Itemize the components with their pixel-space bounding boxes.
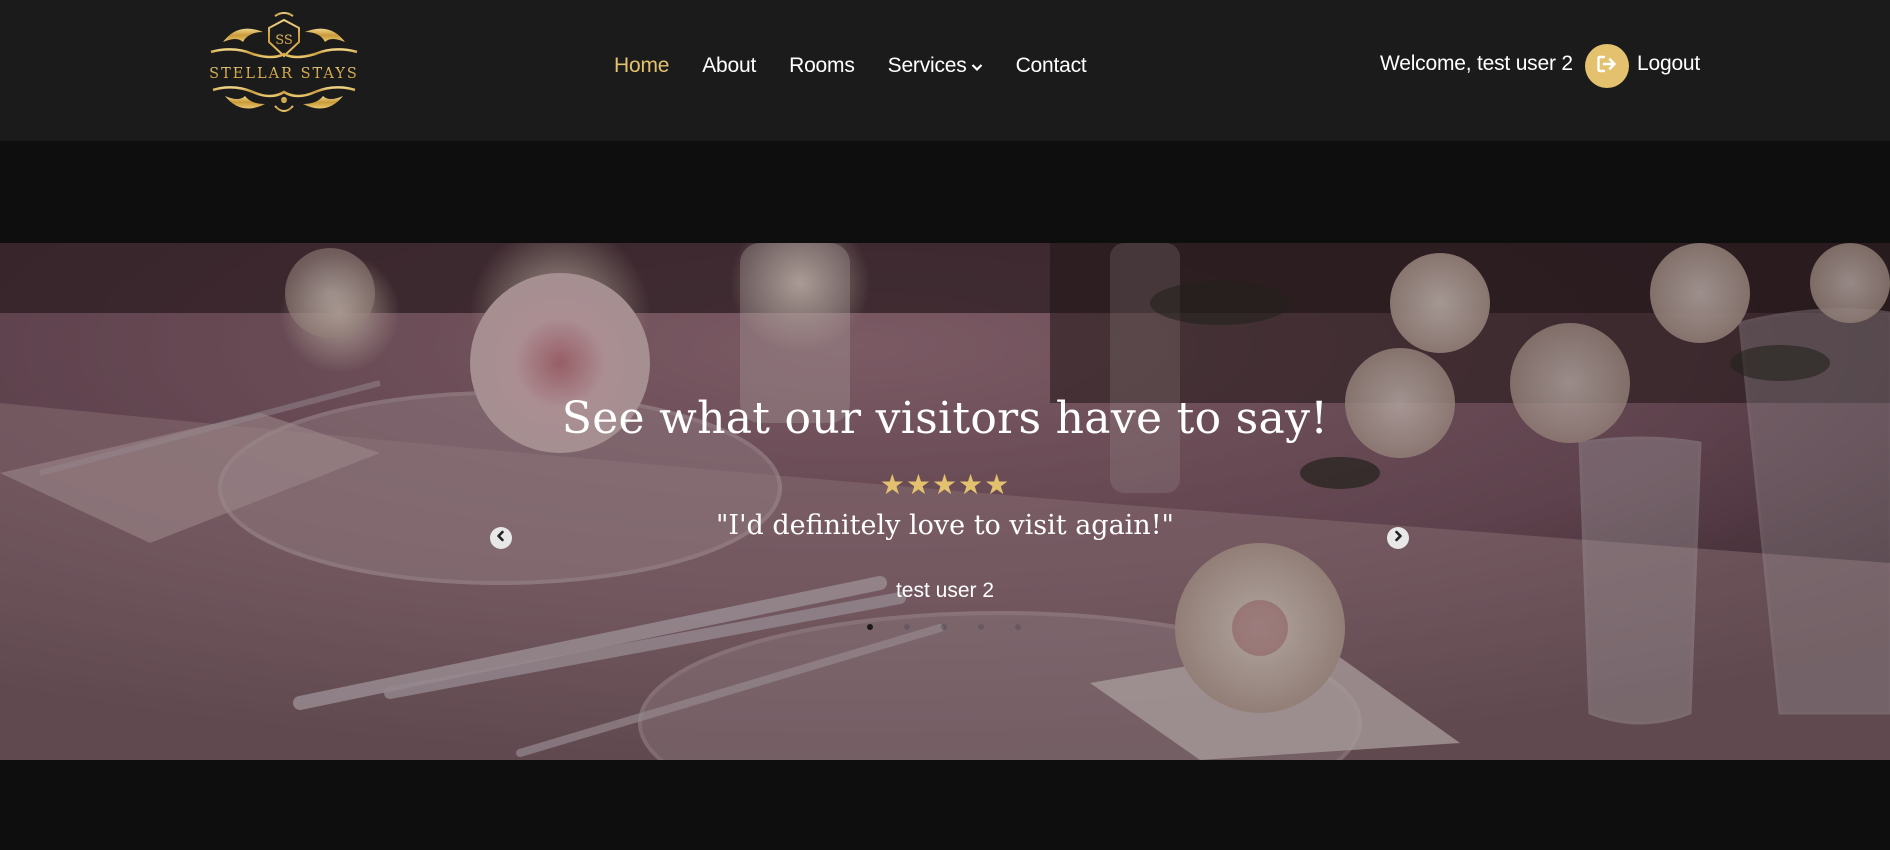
site-header: SS STELLAR STAYS Home About Rooms Servic…: [0, 0, 1890, 141]
chevron-down-icon: [971, 54, 983, 78]
nav-about-link[interactable]: About: [702, 54, 756, 78]
nav-home-link[interactable]: Home: [614, 54, 669, 78]
carousel-dot[interactable]: [1015, 624, 1021, 630]
nav-rooms-link[interactable]: Rooms: [789, 54, 855, 78]
main-nav: Home About Rooms Services Contact: [614, 48, 1120, 84]
welcome-message: Welcome, test user 2: [1380, 52, 1573, 75]
nav-contact-label: Contact: [1015, 54, 1087, 77]
testimonial-author: test user 2: [895, 579, 995, 602]
nav-rooms-label: Rooms: [789, 54, 855, 77]
testimonials-title: See what our visitors have to say!: [561, 393, 1329, 444]
carousel-prev-button[interactable]: [490, 527, 512, 549]
nav-services-label: Services: [887, 54, 967, 77]
rating-stars: ★★★★★: [879, 469, 1011, 500]
carousel-indicators: [867, 624, 1021, 630]
nav-about-label: About: [702, 54, 757, 77]
hero-dark-overlay: [0, 243, 1890, 760]
nav-services-dropdown[interactable]: Services: [888, 54, 983, 78]
nav-home-label: Home: [614, 54, 670, 77]
logo-wordmark: STELLAR STAYS: [209, 66, 359, 82]
testimonial-quote: "I'd definitely love to visit again!": [716, 510, 1174, 541]
logout-arrow-icon: [1596, 54, 1618, 79]
carousel-dot[interactable]: [978, 624, 984, 630]
chevron-left-circle-icon: [495, 529, 507, 547]
carousel-dot[interactable]: [904, 624, 910, 630]
logout-icon-button[interactable]: [1585, 44, 1629, 88]
logo-monogram: SS: [275, 33, 293, 48]
chevron-right-circle-icon: [1392, 529, 1404, 547]
carousel-dot[interactable]: [867, 624, 873, 630]
carousel-next-button[interactable]: [1387, 527, 1409, 549]
nav-contact-link[interactable]: Contact: [1016, 54, 1087, 78]
carousel-dot[interactable]: [941, 624, 947, 630]
testimonials-section: See what our visitors have to say! ★★★★★…: [0, 243, 1890, 760]
stellar-stays-logo[interactable]: SS STELLAR STAYS: [203, 8, 365, 122]
logout-link[interactable]: Logout: [1637, 52, 1700, 76]
